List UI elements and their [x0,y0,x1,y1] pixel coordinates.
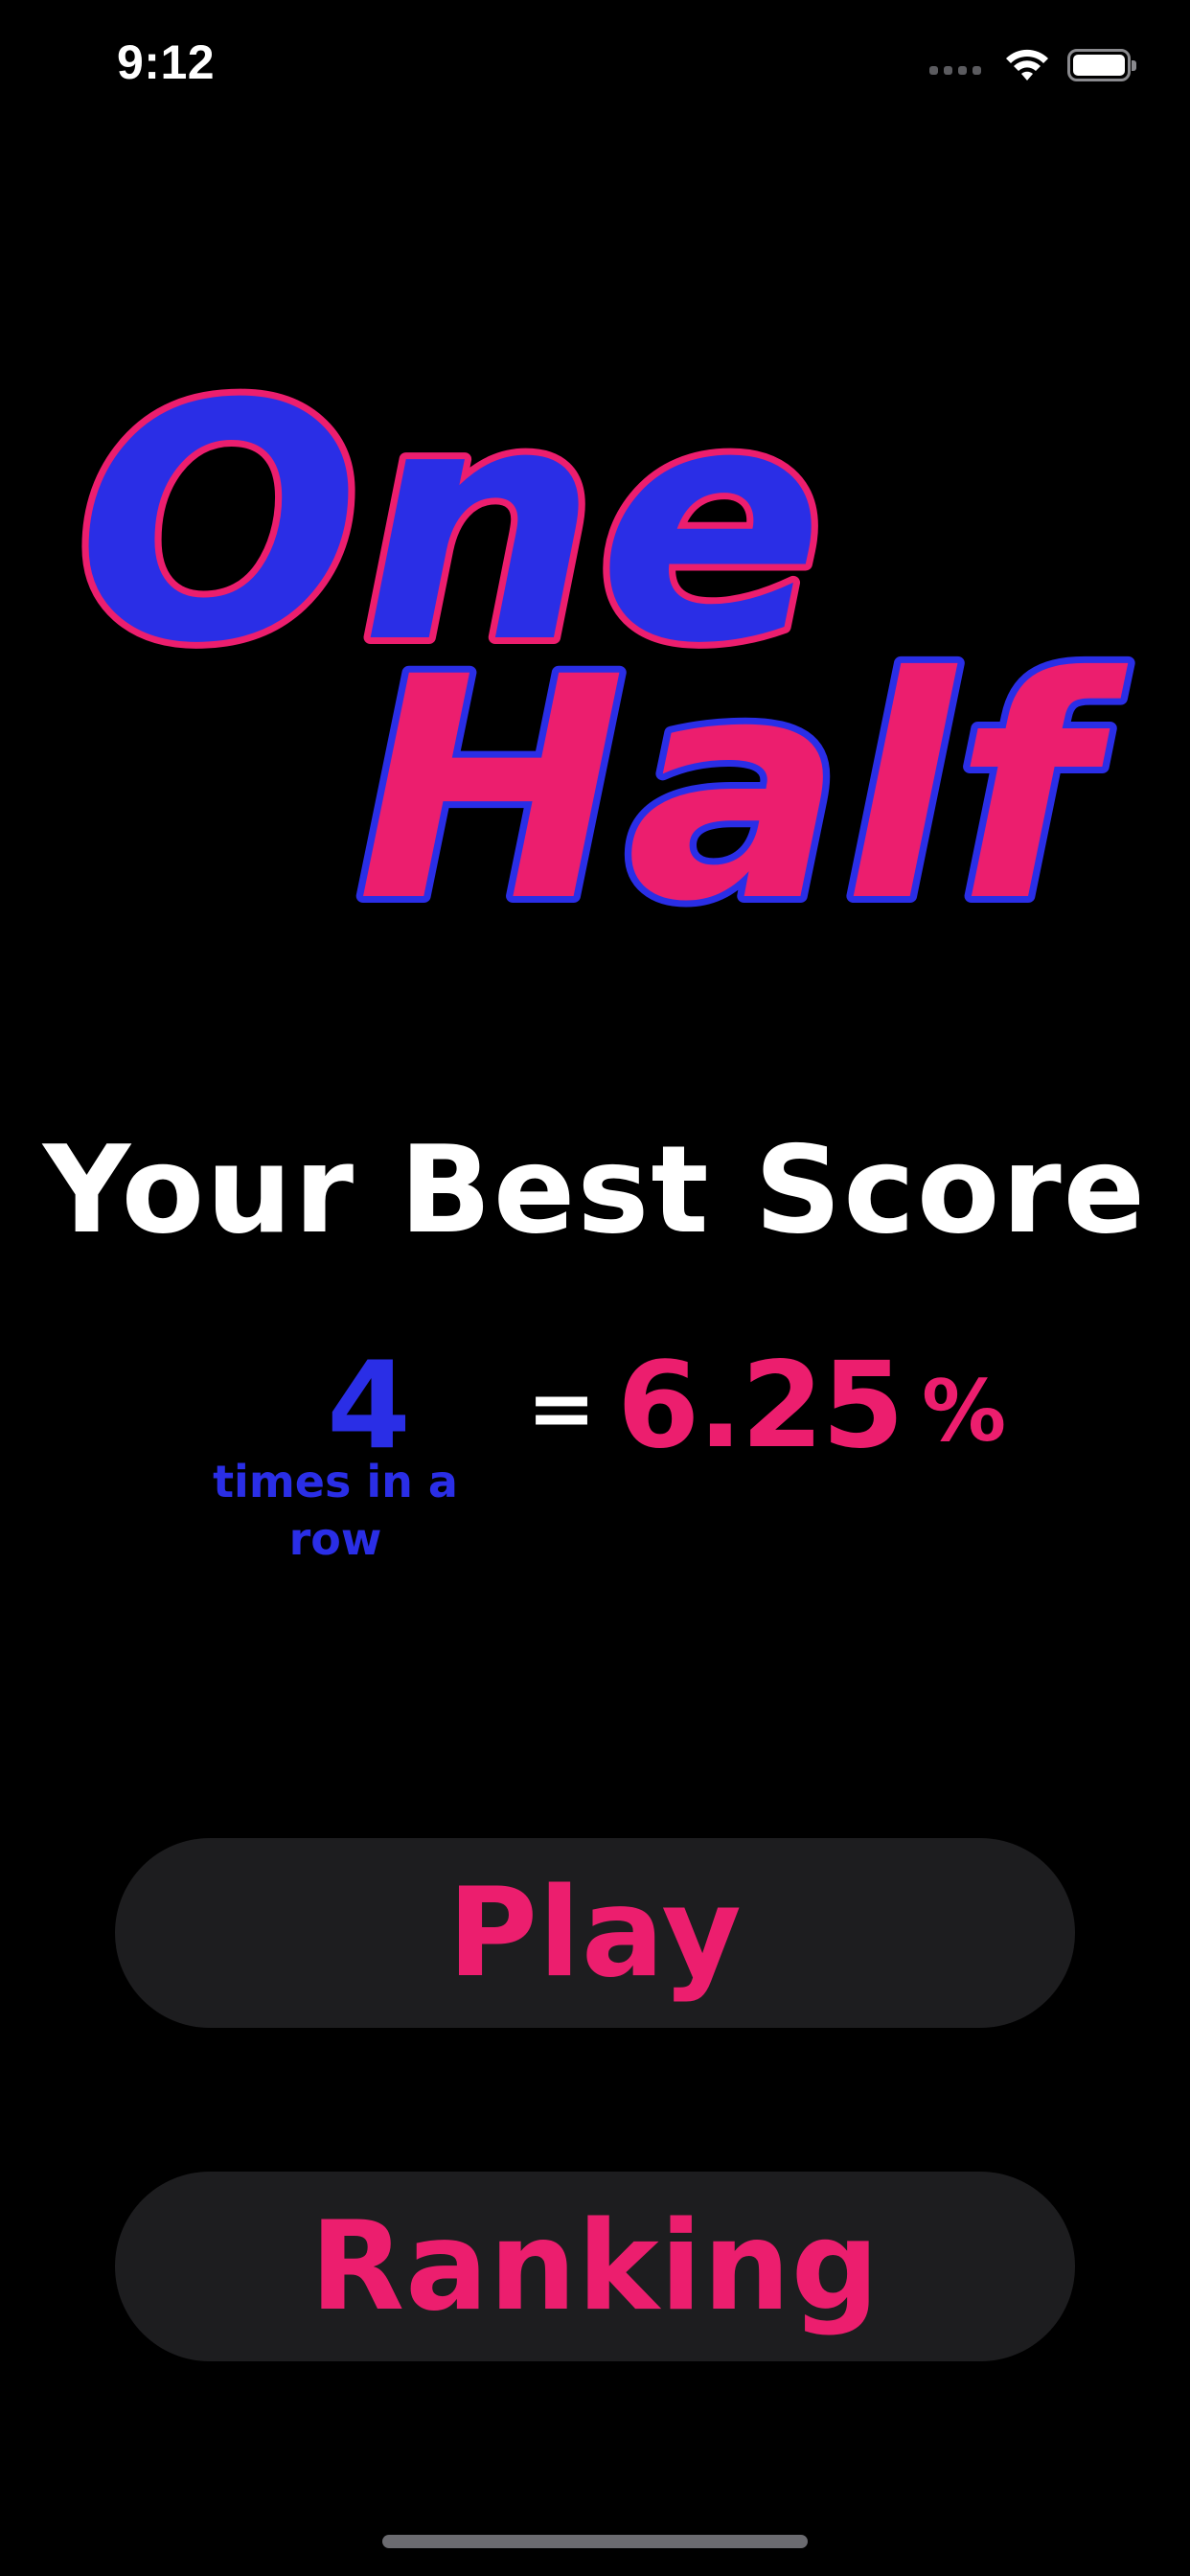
status-icons [929,42,1136,88]
best-score-count-label: times in a row [213,1456,458,1565]
best-score-percent: 6.25 [617,1337,904,1475]
percent-sign: % [922,1362,1007,1460]
wifi-icon [1006,49,1048,80]
equals-sign: = [527,1361,597,1457]
best-score-title: Your Best Score [42,1119,1148,1260]
status-time: 9:12 [117,35,216,89]
play-button[interactable]: Play [115,1838,1075,2028]
ranking-button[interactable]: Ranking [115,2172,1075,2361]
game-logo: One Half [70,329,1137,949]
logo-word-two: Half [356,612,1131,949]
home-indicator[interactable] [382,2535,808,2548]
status-bar: 9:12 [0,0,1190,134]
cellular-signal-icon [929,56,981,75]
battery-icon [1067,49,1136,81]
